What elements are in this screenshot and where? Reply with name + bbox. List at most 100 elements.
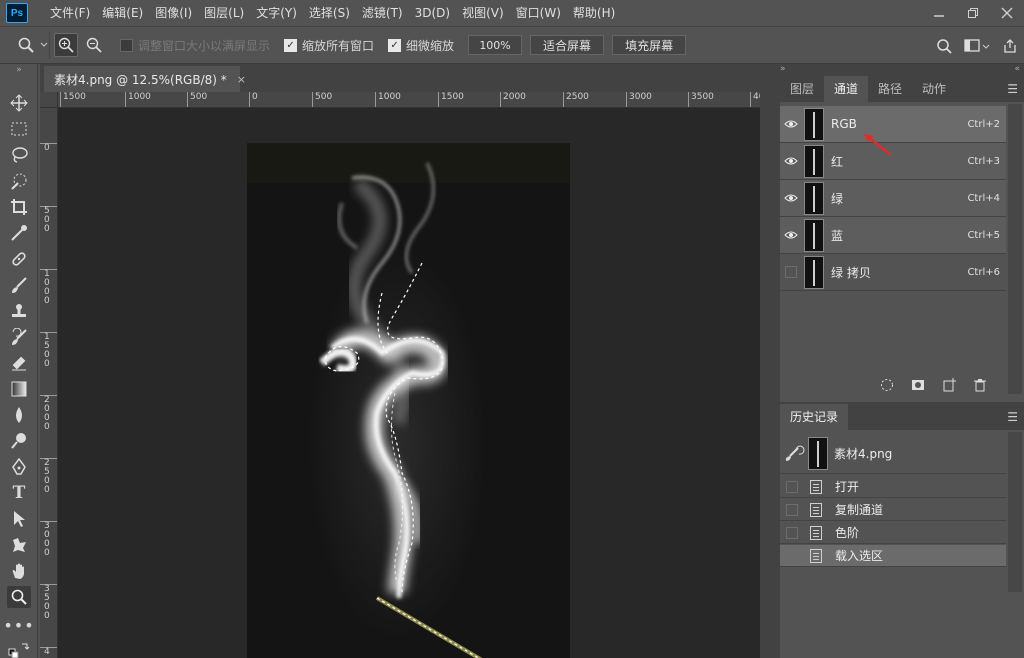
ruler-origin[interactable] xyxy=(40,92,58,108)
history-source-box[interactable] xyxy=(786,549,798,562)
blur-tool-icon[interactable] xyxy=(7,404,31,426)
vertical-ruler[interactable]: 0 5 0 0 1 0 0 0 1 5 0 0 2 0 0 0 2 5 0 0 … xyxy=(40,108,58,658)
history-brush-source-icon[interactable] xyxy=(784,445,806,463)
channel-row-green[interactable]: 绿 Ctrl+4 xyxy=(780,180,1006,217)
history-source-box[interactable] xyxy=(786,503,798,516)
tab-layers[interactable]: 图层 xyxy=(780,76,824,102)
save-selection-icon[interactable] xyxy=(911,378,925,392)
close-icon[interactable] xyxy=(990,0,1024,26)
fill-screen-button[interactable]: 填充屏幕 xyxy=(612,35,687,55)
menu-window[interactable]: 窗口(W) xyxy=(510,0,567,26)
pen-tool-icon[interactable] xyxy=(7,456,31,478)
history-brush-tool-icon[interactable] xyxy=(7,326,31,348)
eyedropper-tool-icon[interactable] xyxy=(7,222,31,244)
tab-history[interactable]: 历史记录 xyxy=(780,404,849,430)
new-channel-icon[interactable] xyxy=(942,378,956,392)
document-icon xyxy=(810,479,822,494)
channel-row-green-copy[interactable]: 绿 拷贝 Ctrl+6 xyxy=(780,254,1006,291)
tools-panel: » T ••• xyxy=(0,64,38,658)
menu-filter[interactable]: 滤镜(T) xyxy=(356,0,409,26)
scrubby-zoom-checkbox[interactable]: ✓ 细微缩放 xyxy=(388,37,454,54)
zoom-all-windows-checkbox[interactable]: ✓ 缩放所有窗口 xyxy=(284,37,374,54)
more-tools-icon[interactable]: ••• xyxy=(3,614,33,636)
tab-channels[interactable]: 通道 xyxy=(824,76,869,102)
tab-actions[interactable]: 动作 xyxy=(912,76,956,102)
search-icon[interactable] xyxy=(936,38,952,54)
hand-tool-icon[interactable] xyxy=(7,560,31,582)
zoom-tool-active-icon[interactable] xyxy=(7,586,31,608)
snapshot-name: 素材4.png xyxy=(834,447,893,461)
visibility-toggle-box[interactable] xyxy=(780,254,802,291)
menu-select[interactable]: 选择(S) xyxy=(303,0,356,26)
visibility-eye-icon[interactable] xyxy=(780,106,802,143)
channel-name: 蓝 xyxy=(831,228,844,243)
zoom-out-button[interactable] xyxy=(82,33,106,57)
channel-row-blue[interactable]: 蓝 Ctrl+5 xyxy=(780,217,1006,254)
collapse-arrows-icon[interactable]: » xyxy=(7,65,31,75)
color-swatches-icon[interactable] xyxy=(7,638,31,658)
restore-icon[interactable] xyxy=(956,0,990,26)
canvas-workspace[interactable] xyxy=(58,108,760,658)
menu-view[interactable]: 视图(V) xyxy=(456,0,510,26)
ruler-tick: 1000 xyxy=(125,92,151,107)
horizontal-ruler[interactable]: 1500 1000 500 0 500 1000 1500 2000 2500 … xyxy=(58,92,760,108)
collapse-arrows-icon[interactable]: » xyxy=(780,64,786,74)
panel-menu-icon[interactable]: ☰ xyxy=(1007,404,1018,430)
zoom-in-button[interactable] xyxy=(54,33,78,57)
marquee-tool-icon[interactable] xyxy=(7,118,31,140)
tool-preset-picker[interactable] xyxy=(0,31,50,59)
gradient-tool-icon[interactable] xyxy=(7,378,31,400)
dodge-tool-icon[interactable] xyxy=(7,430,31,452)
visibility-eye-icon[interactable] xyxy=(780,217,802,254)
type-tool-icon[interactable]: T xyxy=(7,482,31,504)
brush-tool-icon[interactable] xyxy=(7,274,31,296)
history-step[interactable]: 打开 xyxy=(780,476,1006,498)
options-bar-right xyxy=(936,27,1018,65)
menu-3d[interactable]: 3D(D) xyxy=(409,0,456,26)
panel-menu-icon[interactable]: ☰ xyxy=(1007,76,1018,102)
menu-layer[interactable]: 图层(L) xyxy=(198,0,250,26)
history-scrollbar[interactable] xyxy=(1008,432,1022,592)
history-snapshot[interactable]: 素材4.png xyxy=(780,434,1006,474)
lasso-tool-icon[interactable] xyxy=(7,144,31,166)
resize-windows-checkbox[interactable]: 调整窗口大小以满屏显示 xyxy=(120,37,270,54)
workspace-icon[interactable] xyxy=(964,38,990,54)
move-tool-icon[interactable] xyxy=(7,92,31,114)
history-source-box[interactable] xyxy=(786,526,798,539)
menu-image[interactable]: 图像(I) xyxy=(149,0,198,26)
zoom-percent-button[interactable]: 100% xyxy=(468,35,523,55)
share-icon[interactable] xyxy=(1002,38,1018,54)
close-tab-icon[interactable]: × xyxy=(237,73,246,86)
fit-screen-button[interactable]: 适合屏幕 xyxy=(530,35,605,55)
history-step[interactable]: 色阶 xyxy=(780,522,1006,544)
menu-file[interactable]: 文件(F) xyxy=(44,0,96,26)
crop-tool-icon[interactable] xyxy=(7,196,31,218)
clone-stamp-tool-icon[interactable] xyxy=(7,300,31,322)
custom-shape-tool-icon[interactable] xyxy=(7,534,31,556)
menu-type[interactable]: 文字(Y) xyxy=(250,0,303,26)
channels-scrollbar[interactable] xyxy=(1008,104,1022,394)
chevron-down-icon xyxy=(40,42,48,47)
channel-shortcut: Ctrl+4 xyxy=(967,192,1000,204)
canvas-scrollbar[interactable] xyxy=(760,92,778,658)
quick-selection-tool-icon[interactable] xyxy=(7,170,31,192)
visibility-eye-icon[interactable] xyxy=(780,180,802,217)
healing-brush-tool-icon[interactable] xyxy=(7,248,31,270)
document-tab[interactable]: 素材4.png @ 12.5%(RGB/8) * × xyxy=(44,66,246,92)
document-canvas[interactable] xyxy=(247,143,570,658)
tab-paths[interactable]: 路径 xyxy=(868,76,912,102)
menu-help[interactable]: 帮助(H) xyxy=(567,0,621,26)
ruler-tick: 4 xyxy=(40,647,57,657)
trash-icon[interactable] xyxy=(973,378,987,392)
eraser-tool-icon[interactable] xyxy=(7,352,31,374)
ruler-tick: 3000 xyxy=(626,92,652,107)
history-step[interactable]: 复制通道 xyxy=(780,499,1006,521)
history-step-active[interactable]: 载入选区 xyxy=(780,545,1006,567)
history-source-box[interactable] xyxy=(786,480,798,493)
menu-edit[interactable]: 编辑(E) xyxy=(96,0,149,26)
visibility-eye-icon[interactable] xyxy=(780,143,802,180)
minimize-icon[interactable] xyxy=(922,0,956,26)
path-selection-tool-icon[interactable] xyxy=(7,508,31,530)
collapse-arrows-icon[interactable]: « xyxy=(1014,64,1020,74)
load-selection-icon[interactable] xyxy=(880,378,894,392)
